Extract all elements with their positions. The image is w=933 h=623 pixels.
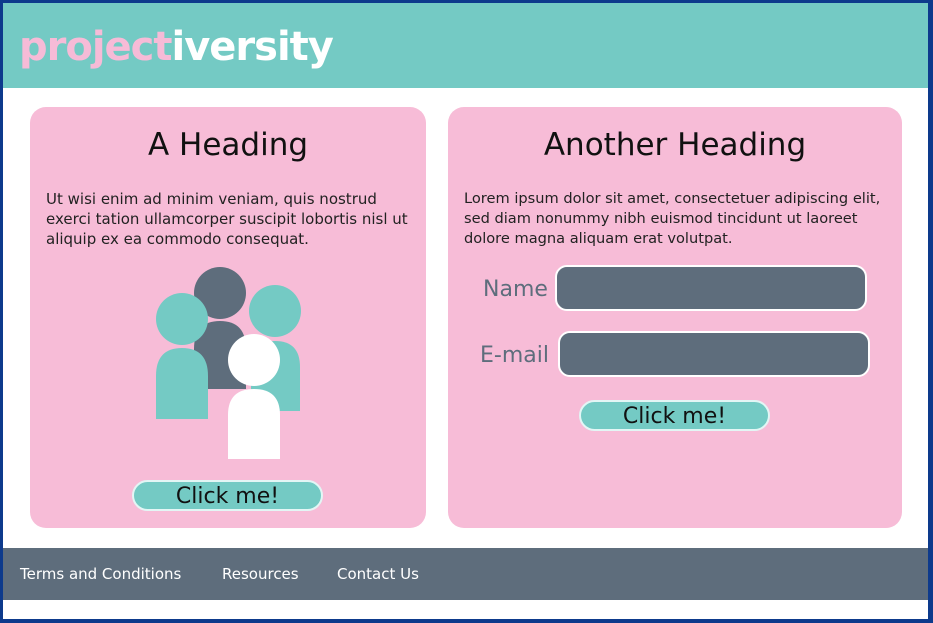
people-group-icon xyxy=(156,267,301,459)
footer-link-resources[interactable]: Resources xyxy=(222,565,299,583)
person-teal-left-head xyxy=(156,293,208,345)
name-label: Name xyxy=(483,277,548,302)
card-left-text: Ut wisi enim ad minim veniam, quis nostr… xyxy=(46,190,408,248)
site-footer: Terms and Conditions Resources Contact U… xyxy=(3,548,928,600)
footer-link-contact[interactable]: Contact Us xyxy=(337,565,419,583)
person-white-head xyxy=(228,334,280,386)
page-frame: projectiversity A Heading Ut wisi enim a… xyxy=(3,3,928,619)
person-teal-right-head xyxy=(249,285,301,337)
logo[interactable]: projectiversity xyxy=(19,23,334,71)
name-input[interactable] xyxy=(555,265,867,311)
card-right: Another Heading Lorem ipsum dolor sit am… xyxy=(448,107,902,528)
card-right-heading: Another Heading xyxy=(543,127,807,163)
logo-part-project: project xyxy=(19,24,173,70)
logo-part-iversity: iversity xyxy=(171,24,334,70)
click-me-button-left[interactable]: Click me! xyxy=(132,480,323,511)
site-header: projectiversity xyxy=(3,3,928,88)
email-label: E-mail xyxy=(480,343,549,368)
person-teal-left-body xyxy=(156,348,208,419)
email-input[interactable] xyxy=(558,331,870,377)
card-left-heading: A Heading xyxy=(147,127,309,163)
card-right-text: Lorem ipsum dolor sit amet, consectetuer… xyxy=(464,190,881,247)
footer-link-terms[interactable]: Terms and Conditions xyxy=(20,565,181,583)
card-left: A Heading Ut wisi enim ad minim veniam, … xyxy=(30,107,426,528)
person-white-body xyxy=(228,389,280,459)
click-me-button-right[interactable]: Click me! xyxy=(579,400,770,431)
